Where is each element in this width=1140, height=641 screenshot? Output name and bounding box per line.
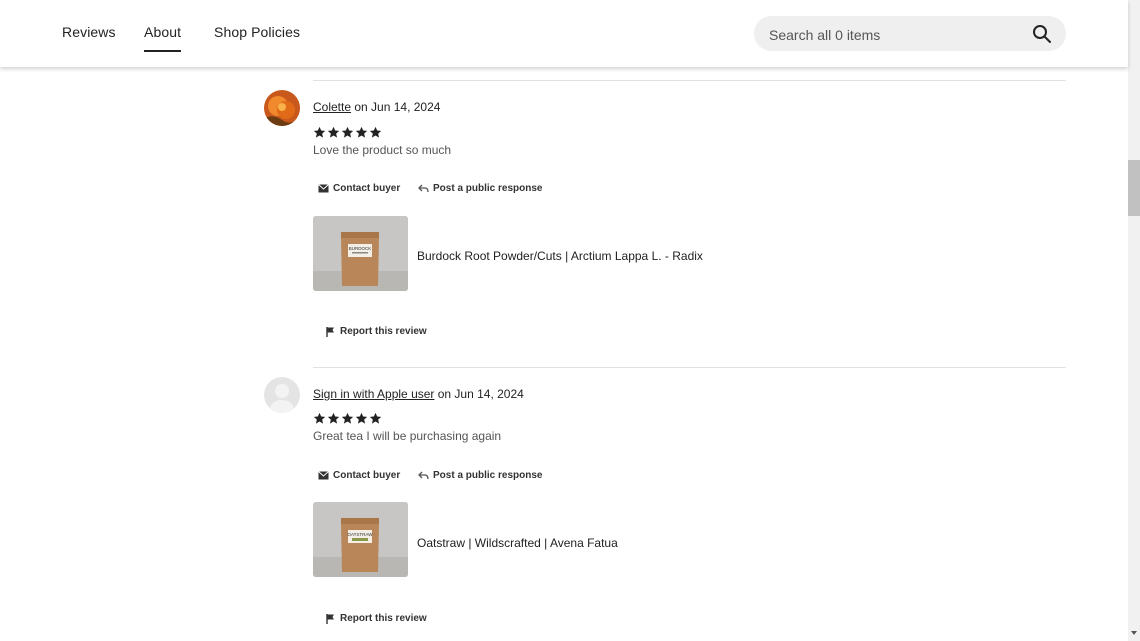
- star-rating: [313, 126, 382, 140]
- post-public-response-label: Post a public response: [433, 470, 543, 481]
- product-pouch-image: OATSTRAW: [313, 502, 408, 577]
- report-review-button[interactable]: Report this review: [326, 613, 427, 624]
- review-header: Sign in with Apple user on Jun 14, 2024: [313, 387, 524, 401]
- contact-buyer-label: Contact buyer: [333, 183, 401, 194]
- star-icon: [355, 126, 368, 138]
- tab-about[interactable]: About: [144, 24, 182, 52]
- tab-shop-policies[interactable]: Shop Policies: [214, 24, 300, 40]
- shop-section-nav: Reviews About Shop Policies: [0, 0, 1128, 67]
- star-icon: [341, 126, 354, 138]
- envelope-icon: [318, 184, 329, 193]
- report-review-label: Report this review: [340, 613, 427, 624]
- product-thumbnail[interactable]: BURDOCK: [313, 216, 408, 291]
- product-title-link[interactable]: Oatstraw | Wildscrafted | Avena Fatua: [417, 536, 618, 550]
- orange-flower-avatar-icon: [264, 90, 300, 126]
- reviewer-name-link[interactable]: Colette: [313, 100, 351, 114]
- star-rating: [313, 412, 382, 426]
- default-user-avatar-icon: [264, 377, 300, 413]
- product-title-link[interactable]: Burdock Root Powder/Cuts | Arctium Lappa…: [417, 249, 703, 263]
- post-public-response-button[interactable]: Post a public response: [418, 470, 542, 481]
- scrollbar-thumb[interactable]: [1128, 160, 1140, 216]
- contact-buyer-button[interactable]: Contact buyer: [318, 470, 400, 481]
- reviewer-avatar[interactable]: [264, 377, 300, 413]
- contact-buyer-label: Contact buyer: [333, 470, 401, 481]
- page-scrollbar[interactable]: [1128, 0, 1140, 641]
- tab-reviews[interactable]: Reviews: [62, 24, 116, 40]
- envelope-icon: [318, 471, 329, 480]
- shop-search-box: [754, 16, 1066, 51]
- product-thumbnail[interactable]: OATSTRAW: [313, 502, 408, 577]
- search-icon[interactable]: [1032, 24, 1052, 44]
- star-icon: [327, 412, 340, 424]
- contact-buyer-button[interactable]: Contact buyer: [318, 183, 400, 194]
- scroll-down-arrow-icon[interactable]: [1131, 631, 1137, 635]
- flag-icon: [326, 326, 334, 337]
- product-pouch-image: BURDOCK: [313, 216, 408, 291]
- star-icon: [355, 412, 368, 424]
- review-date: on Jun 14, 2024: [437, 387, 524, 401]
- review-text: Love the product so much: [313, 143, 452, 157]
- reviewer-avatar[interactable]: [264, 90, 300, 126]
- post-public-response-button[interactable]: Post a public response: [418, 183, 542, 194]
- star-icon: [369, 126, 382, 138]
- reply-arrow-icon: [418, 184, 429, 192]
- star-icon: [341, 412, 354, 424]
- star-icon: [313, 126, 326, 138]
- search-input[interactable]: [767, 24, 1021, 45]
- flag-icon: [326, 613, 334, 624]
- review-text: Great tea I will be purchasing again: [313, 429, 502, 443]
- star-icon: [313, 412, 326, 424]
- review-divider: [313, 367, 1066, 368]
- pouch-label-text: BURDOCK: [349, 246, 372, 251]
- star-icon: [327, 126, 340, 138]
- report-review-button[interactable]: Report this review: [326, 326, 427, 337]
- review-header: Colette on Jun 14, 2024: [313, 100, 440, 114]
- review-divider: [313, 80, 1066, 81]
- reviewer-name-link[interactable]: Sign in with Apple user: [313, 387, 434, 401]
- review-date: on Jun 14, 2024: [354, 100, 441, 114]
- pouch-label-text: OATSTRAW: [348, 532, 374, 537]
- report-review-label: Report this review: [340, 326, 427, 337]
- reply-arrow-icon: [418, 471, 429, 479]
- star-icon: [369, 412, 382, 424]
- post-public-response-label: Post a public response: [433, 183, 543, 194]
